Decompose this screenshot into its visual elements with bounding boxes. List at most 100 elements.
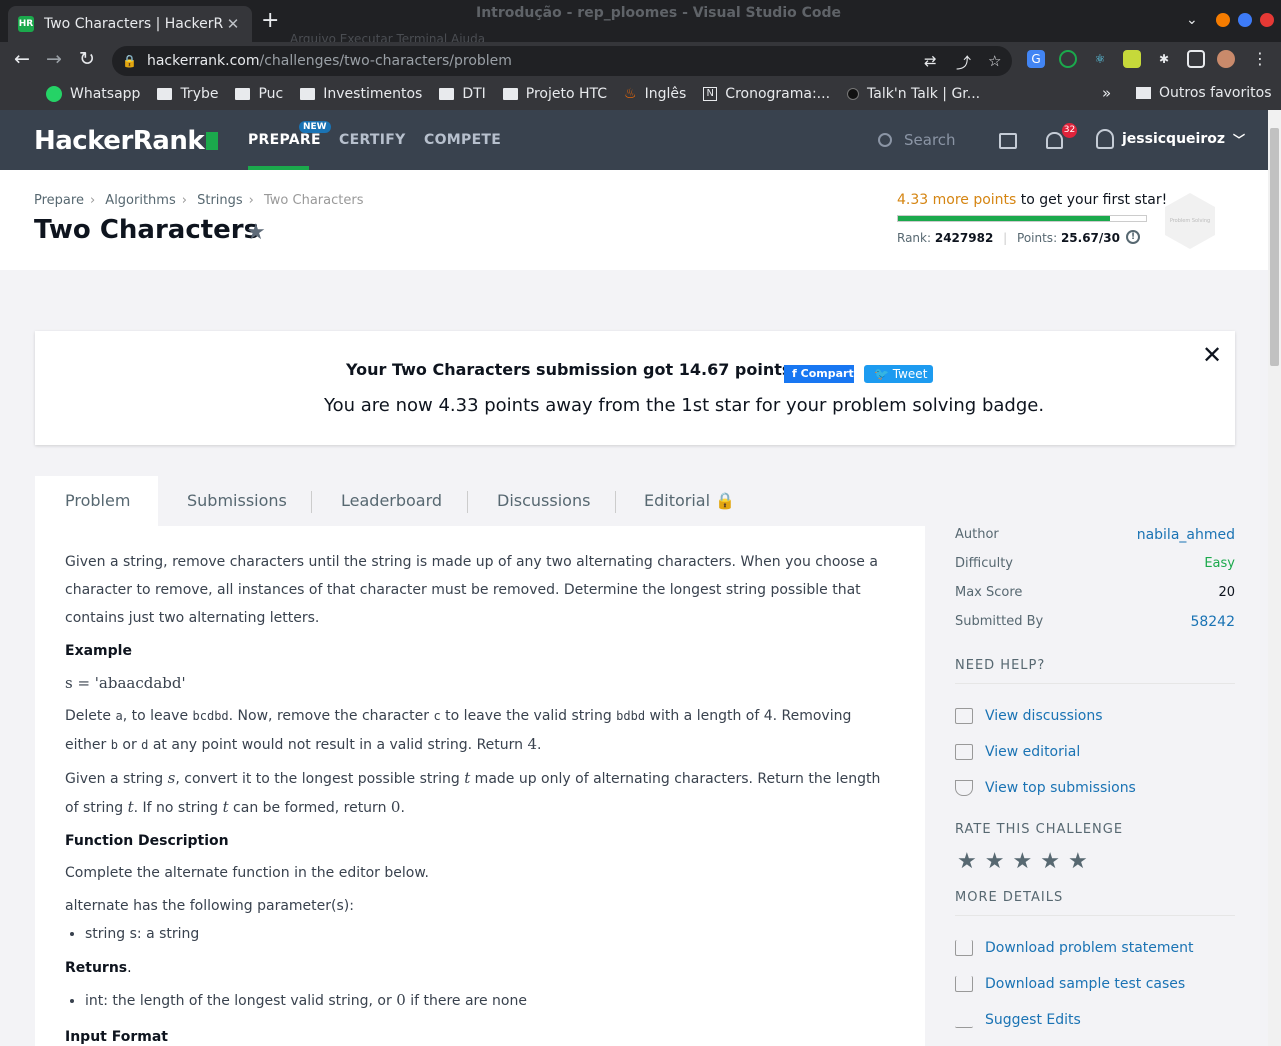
bookmark-outros-favoritos[interactable]: Outros favoritos <box>1136 85 1272 101</box>
function-description-text: Complete the alternate function in the e… <box>65 865 429 881</box>
bookmark-whatsapp[interactable]: Whatsapp <box>46 86 140 102</box>
maximize-window-icon[interactable] <box>1238 13 1252 27</box>
forward-arrow-icon[interactable]: → <box>46 49 62 69</box>
code: c <box>433 709 441 723</box>
notifications-bell-icon[interactable] <box>1046 132 1063 149</box>
extension-target-icon[interactable] <box>1059 50 1077 68</box>
search-box[interactable]: Search <box>878 131 956 149</box>
view-discussions-link[interactable]: View discussions <box>955 698 1235 734</box>
bookmark-puc[interactable]: Puc <box>235 86 283 102</box>
facebook-share-button[interactable]: f Compartilhar <box>784 365 854 383</box>
scrollbar-thumb[interactable] <box>1270 128 1279 366</box>
rating-star-icon[interactable]: ★ <box>1012 849 1032 874</box>
view-editorial-link[interactable]: View editorial <box>955 734 1235 770</box>
detail-label: Author <box>955 527 999 542</box>
submitted-by-link[interactable]: 58242 <box>1190 613 1235 642</box>
extensions-puzzle-icon[interactable]: ✱ <box>1155 50 1173 68</box>
bookmark-projeto-htc[interactable]: Projeto HTC <box>502 86 607 102</box>
browser-toolbar: ← → ↻ 🔒 hackerrank.com/challenges/two-ch… <box>0 42 1281 78</box>
returns-heading: Returns. <box>65 954 895 982</box>
challenge-sidebar: Author nabila_ahmed Difficulty Easy Max Sc… <box>955 526 1235 1046</box>
bookmark-trybe[interactable]: Trybe <box>157 86 218 102</box>
whatsapp-icon <box>46 86 62 102</box>
nav-compete[interactable]: COMPETE <box>424 132 501 148</box>
rating-star-icon[interactable]: ★ <box>1040 849 1060 874</box>
page-scrollbar[interactable] <box>1268 110 1281 1046</box>
star-progress-fill <box>898 216 1111 221</box>
close-icon[interactable]: ✕ <box>1202 341 1222 369</box>
link-label: View discussions <box>985 708 1103 724</box>
badge-label: Problem Solving <box>1169 218 1211 224</box>
author-link[interactable]: nabila_ahmed <box>1137 526 1235 555</box>
browser-tab[interactable]: HR Two Characters | HackerR... ✕ <box>8 6 252 42</box>
reload-icon[interactable]: ↻ <box>79 49 95 69</box>
tab-search-chevron-icon[interactable]: ⌄ <box>1186 12 1198 28</box>
bookmark-talkntalk[interactable]: Talk'n Talk | Gr... <box>847 86 980 102</box>
rate-challenge-heading: RATE THIS CHALLENGE <box>955 822 1124 837</box>
extension-green-icon[interactable] <box>1123 50 1141 68</box>
minimize-window-icon[interactable] <box>1216 13 1230 27</box>
link-label: Download problem statement <box>985 940 1194 956</box>
breadcrumb-chevron-icon: › <box>181 193 187 208</box>
points-needed: 4.33 more points <box>897 192 1017 208</box>
math: 0 <box>396 991 406 1009</box>
user-menu[interactable]: jessicqueiroz ﹀ <box>1096 129 1245 149</box>
bookmark-label: Whatsapp <box>70 86 141 102</box>
tab-discussions[interactable]: Discussions <box>497 476 590 526</box>
rating-star-icon[interactable]: ★ <box>1068 849 1088 874</box>
problem-solving-badge[interactable]: Problem Solving <box>1165 193 1215 249</box>
rating-star-icon[interactable]: ★ <box>957 849 977 874</box>
detail-max-score: Max Score 20 <box>955 584 1235 613</box>
translate-icon[interactable]: ⇄ <box>924 52 937 70</box>
notification-count-badge: 32 <box>1062 123 1077 138</box>
bookmark-dti[interactable]: DTI <box>439 86 486 102</box>
messages-icon[interactable] <box>999 133 1017 149</box>
tab-submissions[interactable]: Submissions <box>187 476 287 526</box>
new-tab-plus-icon[interactable]: + <box>261 8 279 33</box>
share-icon[interactable]: ⤴ <box>956 52 971 73</box>
profile-avatar[interactable] <box>1217 50 1235 68</box>
tab-close-icon[interactable]: ✕ <box>224 15 242 33</box>
address-bar[interactable]: 🔒 hackerrank.com/challenges/two-characte… <box>112 46 1012 76</box>
side-panel-icon[interactable] <box>1187 50 1205 68</box>
hackerrank-logo[interactable]: HackerRank <box>34 126 219 156</box>
tweet-button[interactable]: 🐦 Tweet <box>864 365 933 383</box>
suggest-edits-link[interactable]: Suggest Edits <box>955 1002 1235 1038</box>
rating-star-icon[interactable]: ★ <box>985 849 1005 874</box>
code: a <box>115 709 123 723</box>
breadcrumb-current: Two Characters <box>264 193 364 208</box>
points-value: 25.67/30 <box>1060 231 1120 245</box>
more-bookmarks-chevron-icon[interactable]: » <box>1102 84 1111 102</box>
bookmark-star-icon[interactable]: ★ <box>246 220 266 245</box>
problem-statement: Given a string, remove characters until … <box>35 526 925 1046</box>
text: if there are none <box>405 993 527 1009</box>
nav-prepare[interactable]: PREPARE <box>248 132 321 148</box>
bookmark-label: Outros favoritos <box>1159 85 1272 101</box>
tab-leaderboard[interactable]: Leaderboard <box>341 476 442 526</box>
bookmark-star-icon[interactable]: ☆ <box>988 52 1001 70</box>
bookmark-investimentos[interactable]: Investimentos <box>300 86 422 102</box>
max-score-value: 20 <box>1218 585 1235 600</box>
code: bdbd <box>616 709 646 723</box>
google-translate-extension-icon[interactable]: G <box>1027 50 1045 68</box>
chrome-menu-kebab-icon[interactable]: ⋮ <box>1251 50 1269 68</box>
breadcrumb-strings[interactable]: Strings <box>197 193 243 208</box>
download-problem-statement-link[interactable]: Download problem statement <box>955 930 1235 966</box>
download-sample-tests-link[interactable]: Download sample test cases <box>955 966 1235 1002</box>
nav-certify[interactable]: CERTIFY <box>339 132 406 148</box>
url-text: hackerrank.com/challenges/two-characters… <box>147 53 512 69</box>
back-arrow-icon[interactable]: ← <box>14 49 30 69</box>
tab-editorial[interactable]: Editorial 🔒 <box>644 476 735 526</box>
star-progress-bar <box>897 215 1147 222</box>
bookmark-cronograma[interactable]: N Cronograma:... <box>703 86 830 102</box>
view-top-submissions-link[interactable]: View top submissions <box>955 770 1235 806</box>
react-devtools-icon[interactable]: ⚛ <box>1091 50 1109 68</box>
breadcrumb-algorithms[interactable]: Algorithms <box>105 193 175 208</box>
close-window-icon[interactable] <box>1260 13 1274 27</box>
breadcrumb-prepare[interactable]: Prepare <box>34 193 84 208</box>
info-icon[interactable]: ! <box>1126 230 1140 244</box>
bookmarks-bar: Whatsapp Trybe Puc Investimentos DTI Pro… <box>0 78 1281 110</box>
url-path: /challenges/two-characters/problem <box>259 53 512 69</box>
tab-problem[interactable]: Problem <box>35 476 158 526</box>
bookmark-ingles[interactable]: ♨ Inglês <box>624 86 686 102</box>
